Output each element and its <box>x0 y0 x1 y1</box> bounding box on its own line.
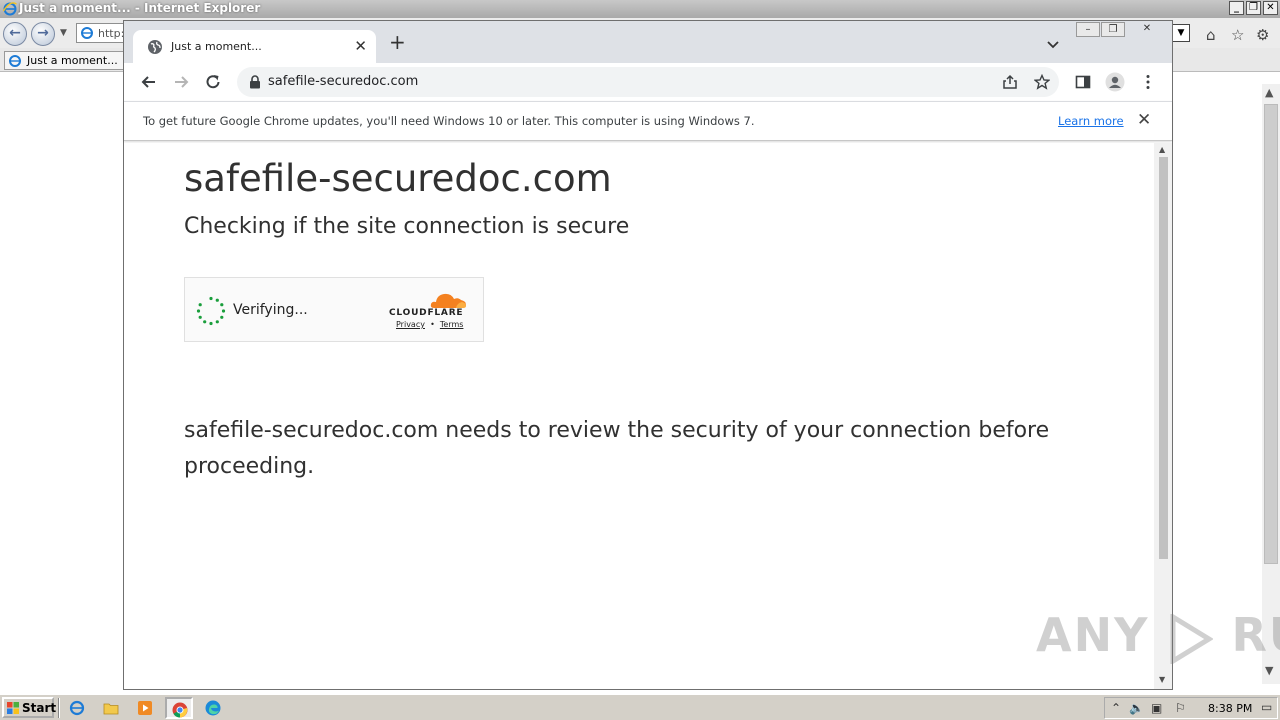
cloudflare-cloud-logo <box>430 293 466 308</box>
taskbar-ie-button[interactable] <box>64 697 92 719</box>
ie-address-bar[interactable]: http:// <box>76 23 126 43</box>
ie-favorites-icon[interactable]: ☆ <box>1231 26 1244 44</box>
ie-home-icon[interactable]: ⌂ <box>1206 26 1216 44</box>
watermark-play-icon <box>1170 613 1214 664</box>
ie-history-dropdown-icon[interactable]: ▼ <box>60 28 67 38</box>
chrome-close-button[interactable]: ✕ <box>1134 22 1160 37</box>
omnibox[interactable]: safefile-securedoc.com <box>237 67 1059 97</box>
ie-restore-button[interactable]: ❐ <box>1246 1 1261 15</box>
bookmark-star-icon[interactable] <box>1034 74 1050 90</box>
ie-scroll-thumb[interactable] <box>1264 104 1278 564</box>
cloudflare-wordmark: CLOUDFLARE <box>389 308 464 318</box>
ie-page-icon <box>81 27 93 39</box>
taskbar-chrome-button[interactable] <box>165 697 193 719</box>
infobar-message: To get future Google Chrome updates, you… <box>143 114 755 128</box>
show-desktop-icon[interactable]: ▭ <box>1261 700 1272 714</box>
menu-kebab-icon[interactable] <box>1139 73 1157 91</box>
ie-tab[interactable]: Just a moment... <box>4 51 126 70</box>
page-title: safefile-securedoc.com <box>184 157 612 200</box>
review-message: safefile-securedoc.com needs to review t… <box>184 418 1050 479</box>
loading-spinner-icon <box>196 296 226 326</box>
chrome-tab-active[interactable]: Just a moment... ✕ <box>133 30 376 63</box>
taskbar-media-player-button[interactable] <box>132 697 160 719</box>
action-center-flag-icon[interactable]: ⚐ <box>1175 701 1186 715</box>
page-scroll-up-icon[interactable]: ▲ <box>1159 145 1165 154</box>
tray-expand-icon[interactable]: ⌃ <box>1111 701 1121 715</box>
ie-scroll-up-icon[interactable]: ▲ <box>1265 86 1273 99</box>
windows-taskbar: Start ⌃ 🔈 ▣ ⚐ 8:38 PM ▭ <box>0 694 1280 720</box>
chrome-toolbar: safefile-securedoc.com <box>124 63 1172 101</box>
ie-close-button[interactable]: ✕ <box>1263 1 1278 15</box>
chrome-window: Just a moment... ✕ + – ❐ ✕ safefile-secu… <box>123 20 1173 690</box>
taskbar-separator <box>58 698 60 718</box>
back-arrow-icon[interactable] <box>140 73 158 91</box>
reload-icon[interactable] <box>204 73 222 91</box>
ie-address-text: http:// <box>98 27 124 40</box>
terms-link[interactable]: Terms <box>440 320 464 329</box>
ie-window-title: Just a moment... - Internet Explorer <box>19 1 261 15</box>
start-label: Start <box>22 701 57 715</box>
lock-icon[interactable] <box>249 75 261 89</box>
page-subtitle: Checking if the site connection is secur… <box>184 214 630 239</box>
legal-separator: • <box>430 320 435 329</box>
watermark-text-right: RUN <box>1231 608 1280 662</box>
page-scroll-thumb[interactable] <box>1159 157 1168 559</box>
edge-icon <box>205 700 221 716</box>
profile-avatar-icon[interactable] <box>1105 72 1125 92</box>
network-icon[interactable]: ▣ <box>1151 701 1162 715</box>
privacy-link[interactable]: Privacy <box>396 320 425 329</box>
update-infobar: To get future Google Chrome updates, you… <box>124 101 1172 141</box>
taskbar-clock[interactable]: 8:38 PM <box>1208 702 1252 715</box>
anyrun-watermark: ANY RUN <box>1036 608 1280 668</box>
ie-address-dropdown-button[interactable]: ▼ <box>1172 24 1190 42</box>
taskbar-edge-button[interactable] <box>200 697 228 719</box>
url-text: safefile-securedoc.com <box>268 74 419 89</box>
chrome-icon <box>172 702 188 718</box>
ie-settings-gear-icon[interactable]: ⚙ <box>1256 26 1269 44</box>
media-player-icon <box>138 701 152 715</box>
tab-close-icon[interactable]: ✕ <box>354 37 367 55</box>
ie-vertical-scrollbar[interactable]: ▲ ▼ <box>1262 84 1280 684</box>
ie-title-bar: Just a moment... - Internet Explorer _ ❐… <box>0 0 1280 18</box>
chrome-tab-strip: Just a moment... ✕ + – ❐ ✕ <box>124 21 1172 63</box>
ie-taskbar-icon <box>69 700 85 716</box>
learn-more-link[interactable]: Learn more <box>1058 114 1124 128</box>
watermark-text-left: ANY <box>1036 608 1150 662</box>
tab-search-chevron-down-icon[interactable] <box>1046 37 1060 51</box>
folder-icon <box>103 703 119 715</box>
share-icon[interactable] <box>1002 74 1018 90</box>
ie-tab-icon <box>9 55 21 67</box>
chrome-tab-title: Just a moment... <box>171 40 262 53</box>
system-tray: ⌃ 🔈 ▣ ⚐ 8:38 PM ▭ <box>1104 697 1278 719</box>
side-panel-icon[interactable] <box>1074 73 1092 91</box>
ie-minimize-button[interactable]: _ <box>1229 1 1244 15</box>
start-button[interactable]: Start <box>2 697 57 718</box>
page-scroll-down-icon[interactable]: ▼ <box>1159 675 1165 684</box>
internet-explorer-icon <box>3 2 17 16</box>
infobar-close-icon[interactable]: ✕ <box>1137 110 1151 130</box>
ie-forward-button[interactable]: → <box>31 22 55 46</box>
cloudflare-challenge-widget[interactable]: Verifying... CLOUDFLARE Privacy • Terms <box>184 277 484 342</box>
forward-arrow-icon[interactable] <box>172 73 190 91</box>
chrome-minimize-button[interactable]: – <box>1076 22 1100 37</box>
taskbar-explorer-button[interactable] <box>98 697 126 719</box>
ie-back-button[interactable]: ← <box>3 22 27 46</box>
windows-logo-icon <box>7 702 19 714</box>
globe-icon <box>148 40 162 54</box>
volume-icon[interactable]: 🔈 <box>1129 701 1144 715</box>
verifying-label: Verifying... <box>233 302 308 318</box>
ie-tab-label: Just a moment... <box>27 54 118 67</box>
widget-legal-links: Privacy • Terms <box>396 320 463 329</box>
new-tab-plus-icon[interactable]: + <box>389 32 406 52</box>
chrome-restore-button[interactable]: ❐ <box>1101 22 1125 37</box>
page-content: safefile-securedoc.com Checking if the s… <box>124 143 1154 689</box>
ie-scroll-down-icon[interactable]: ▼ <box>1265 664 1273 677</box>
